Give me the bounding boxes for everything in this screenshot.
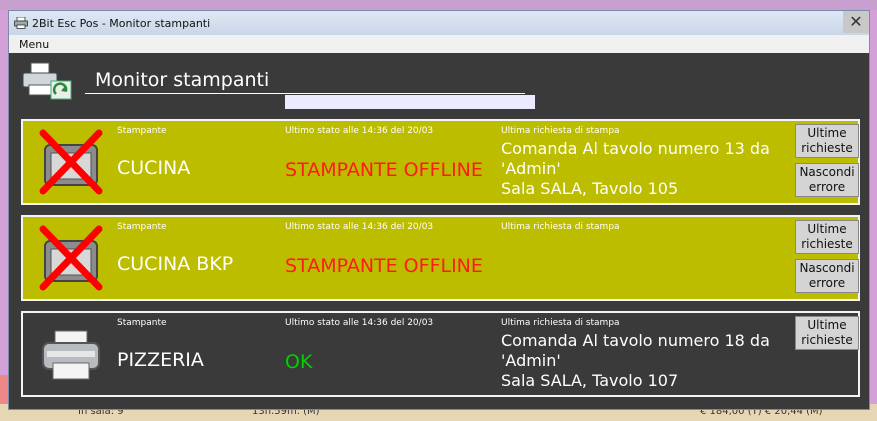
- last-request-text: Comanda Al tavolo numero 18 da 'Admin' S…: [501, 331, 770, 390]
- printer-offline-icon: [39, 129, 103, 195]
- printer-offline-icon: [39, 225, 103, 291]
- printer-app-icon: [14, 17, 28, 29]
- last-requests-button[interactable]: Ultime richieste: [795, 220, 859, 254]
- menu-item-menu[interactable]: Menu: [19, 38, 49, 51]
- printer-label: Stampante: [117, 126, 167, 136]
- last-request-text: Comanda Al tavolo numero 13 da 'Admin' S…: [501, 139, 770, 198]
- background-app-right: [869, 10, 877, 404]
- hide-error-button[interactable]: Nascondi errore: [795, 163, 859, 197]
- last-request-label: Ultima richiesta di stampa: [501, 318, 620, 328]
- last-requests-button[interactable]: Ultime richieste: [795, 124, 859, 158]
- last-request-label: Ultima richiesta di stampa: [501, 126, 620, 136]
- printer-status: OK: [285, 351, 313, 373]
- menu-bar: Menu: [9, 35, 869, 53]
- window-title: 2Bit Esc Pos - Monitor stampanti: [32, 16, 211, 30]
- state-time: Ultimo stato alle 14:36 del 20/03: [285, 126, 434, 136]
- close-button[interactable]: ✕: [843, 11, 869, 33]
- background-app-strip: [0, 0, 877, 10]
- printer-name: PIZZERIA: [117, 349, 204, 371]
- printer-panel-pizzeria: Stampante PIZZERIA Ultimo stato alle 14:…: [21, 311, 860, 397]
- state-time: Ultimo stato alle 14:36 del 20/03: [285, 318, 434, 328]
- printer-name: CUCINA: [117, 157, 191, 179]
- last-requests-button[interactable]: Ultime richieste: [795, 316, 859, 350]
- page-title: Monitor stampanti: [95, 69, 270, 91]
- printer-status: STAMPANTE OFFLINE: [285, 159, 483, 181]
- printer-monitor-window: 2Bit Esc Pos - Monitor stampanti ✕ Menu …: [8, 10, 870, 410]
- last-request-label: Ultima richiesta di stampa: [501, 222, 620, 232]
- printer-label: Stampante: [117, 318, 167, 328]
- printer-refresh-icon: [22, 62, 72, 100]
- printer-panel-cucina: Stampante CUCINA Ultimo stato alle 14:36…: [21, 119, 860, 205]
- printer-name: CUCINA BKP: [117, 253, 234, 275]
- hide-error-button[interactable]: Nascondi errore: [795, 259, 859, 293]
- printer-panel-cucina-bkp: Stampante CUCINA BKP Ultimo stato alle 1…: [21, 215, 860, 301]
- printer-status: STAMPANTE OFFLINE: [285, 255, 483, 277]
- monitor-content: Monitor stampanti Stampante CUCINA Ultim…: [9, 53, 869, 409]
- close-icon: ✕: [849, 12, 863, 31]
- window-titlebar[interactable]: 2Bit Esc Pos - Monitor stampanti ✕: [9, 11, 869, 35]
- printer-ok-icon: [42, 330, 100, 380]
- progress-bar: [285, 95, 535, 109]
- state-time: Ultimo stato alle 14:36 del 20/03: [285, 222, 434, 232]
- title-underline: [85, 93, 525, 94]
- printer-label: Stampante: [117, 222, 167, 232]
